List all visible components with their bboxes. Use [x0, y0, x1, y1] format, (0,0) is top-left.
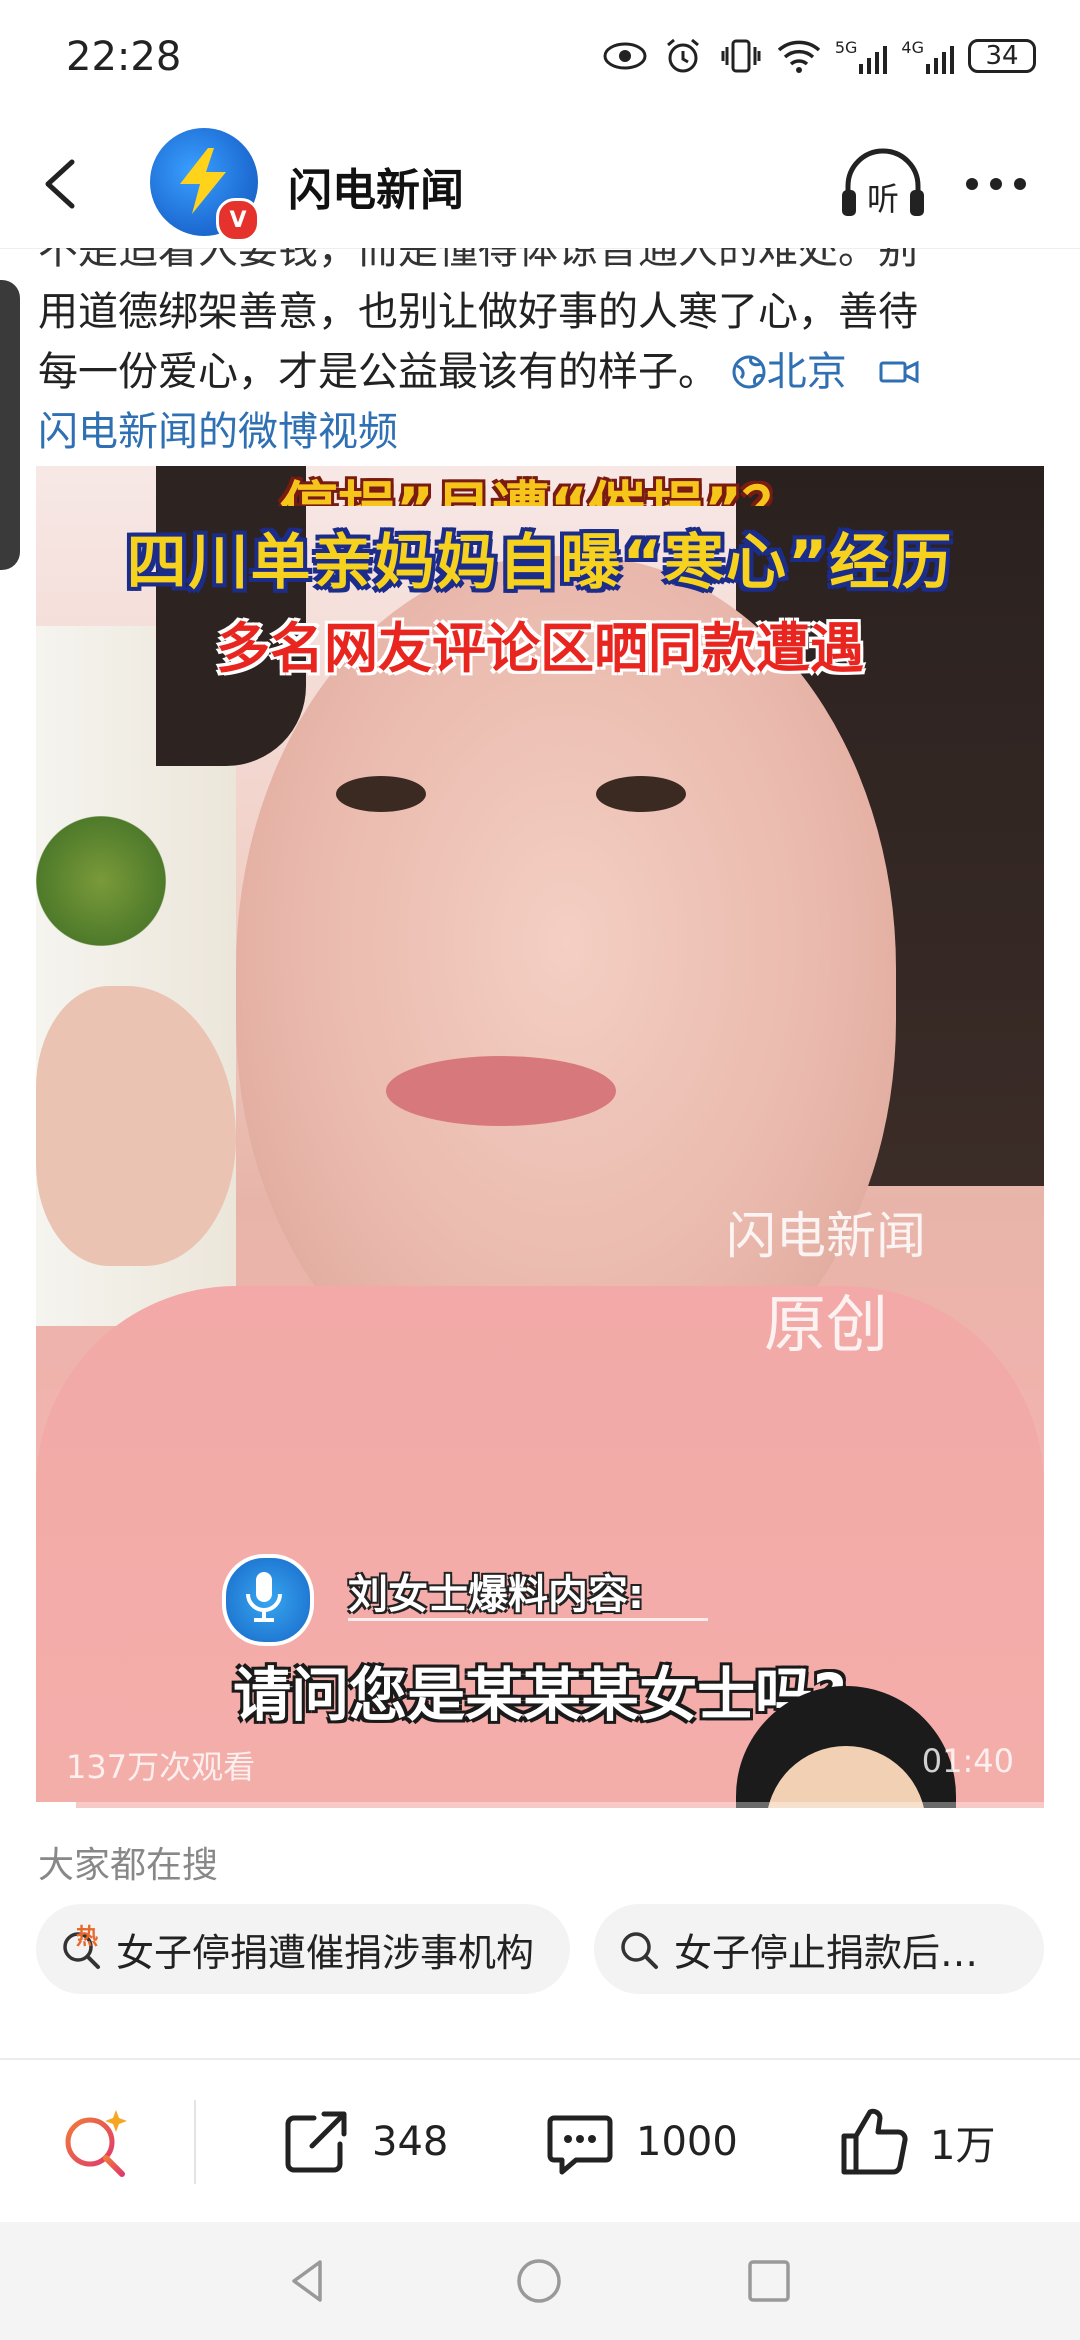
- video-progress-fill: [36, 1802, 77, 1808]
- video-eye-right: [596, 776, 686, 812]
- back-button[interactable]: [34, 156, 90, 212]
- like-count: 1万: [930, 2123, 996, 2169]
- share-icon: [285, 2111, 347, 2173]
- headphones-icon: 听: [842, 148, 924, 218]
- location-label: 北京: [766, 349, 847, 395]
- thumbs-up-icon: [841, 2108, 908, 2175]
- video-subtitle-overlay: 多名网友评论区晒同款遭遇: [216, 617, 864, 680]
- like-button[interactable]: 1万: [836, 2104, 995, 2180]
- net2-label: 4G: [901, 38, 924, 57]
- nav-recents-icon[interactable]: [744, 2256, 794, 2306]
- post-text-partial-line: 不是追着人要钱，而是懂得体谅普通人的难处。别: [38, 248, 918, 273]
- search-suggestions-label: 大家都在搜: [38, 1845, 219, 1886]
- video-progress-bar[interactable]: [36, 1802, 1044, 1808]
- search-suggestion-chip[interactable]: 热 女子停捐遭催捐涉事机构: [36, 1904, 570, 1994]
- video-title-overlay: 四川单亲妈妈自曝“寒心”经历: [126, 528, 954, 598]
- alarm-icon: [661, 36, 705, 76]
- hot-search-icon: 热: [58, 1925, 106, 1973]
- video-top-text: 停捐”月遭“催捐”？: [36, 466, 1044, 506]
- action-bar: 348 1000 1万: [0, 2060, 1080, 2230]
- ai-search-icon: [65, 2110, 127, 2177]
- net1-label: 5G: [834, 38, 858, 57]
- speaker-label: 刘女士爆料内容:: [348, 1572, 644, 1618]
- share-button[interactable]: 348: [278, 2104, 448, 2180]
- smart-search-button[interactable]: [58, 2104, 134, 2180]
- video-watermark: 闪电新闻 原创: [716, 1196, 936, 1364]
- status-icons: 5G 4G 34: [603, 36, 1036, 76]
- search-suggestion-text: 女子停捐遭催捐涉事机构: [116, 1930, 535, 1975]
- video-source-link[interactable]: 闪电新闻的微博视频: [38, 402, 1048, 462]
- speaker-underline: [348, 1618, 708, 1621]
- comment-count: 1000: [636, 2119, 738, 2165]
- battery-icon: 34: [968, 39, 1036, 73]
- signal-5g-icon: 5G: [835, 38, 888, 74]
- comment-button[interactable]: 1000: [542, 2104, 738, 2180]
- status-bar: 22:28 5G 4G 34: [0, 0, 1080, 120]
- watermark-line1: 闪电新闻: [726, 1207, 926, 1265]
- post-text-line: 每一份爱心，才是公益最该有的样子。 北京: [38, 342, 1048, 402]
- header: V 闪电新闻 听: [0, 120, 1080, 249]
- system-nav-bar: [0, 2222, 1080, 2340]
- listen-label: 听: [867, 180, 899, 218]
- video-plant-decoration: [36, 796, 166, 966]
- search-suggestion-chip[interactable]: 女子停止捐款后…: [594, 1904, 1044, 1994]
- more-menu-button[interactable]: [966, 164, 1036, 204]
- view-count: 137万次观看: [66, 1748, 256, 1786]
- verified-badge: V: [216, 198, 260, 242]
- status-time: 22:28: [66, 34, 182, 80]
- signal-4g-icon: 4G: [901, 38, 954, 74]
- video-eye-left: [336, 776, 426, 812]
- wifi-icon: [777, 36, 821, 76]
- eye-icon: [603, 36, 647, 76]
- battery-level: 34: [985, 41, 1019, 71]
- listen-button[interactable]: 听: [838, 142, 928, 226]
- vibrate-icon: [719, 36, 763, 76]
- microphone-icon: [222, 1554, 314, 1646]
- nav-back-icon[interactable]: [284, 2256, 334, 2306]
- account-name[interactable]: 闪电新闻: [288, 154, 464, 218]
- side-drawer-handle[interactable]: [0, 280, 20, 570]
- search-icon: [616, 1925, 664, 1973]
- search-suggestion-text: 女子停止捐款后…: [674, 1930, 979, 1975]
- action-separator: [194, 2100, 196, 2184]
- video-mouth: [386, 1056, 616, 1126]
- post-text-end: 每一份爱心，才是公益最该有的样子。: [38, 349, 718, 395]
- video-camera-icon: [879, 360, 919, 384]
- comment-icon: [547, 2115, 613, 2175]
- video-player[interactable]: 停捐”月遭“催捐”？ 四川单亲妈妈自曝“寒心”经历 多名网友评论区晒同款遭遇 闪…: [36, 466, 1044, 1808]
- video-duration: 01:40: [921, 1742, 1014, 1780]
- nav-home-icon[interactable]: [514, 2256, 564, 2306]
- location-tag[interactable]: 北京: [731, 349, 860, 395]
- post-text-line: 用道德绑架善意，也别让做好事的人寒了心，善待: [38, 289, 918, 335]
- watermark-line2: 原创: [763, 1288, 888, 1361]
- hot-tag: 热: [76, 1925, 99, 1950]
- share-count: 348: [372, 2119, 449, 2165]
- post-body: 不是追着人要钱，而是懂得体谅普通人的难处。别 用道德绑架善意，也别让做好事的人寒…: [38, 248, 1048, 462]
- globe-icon: [732, 355, 766, 389]
